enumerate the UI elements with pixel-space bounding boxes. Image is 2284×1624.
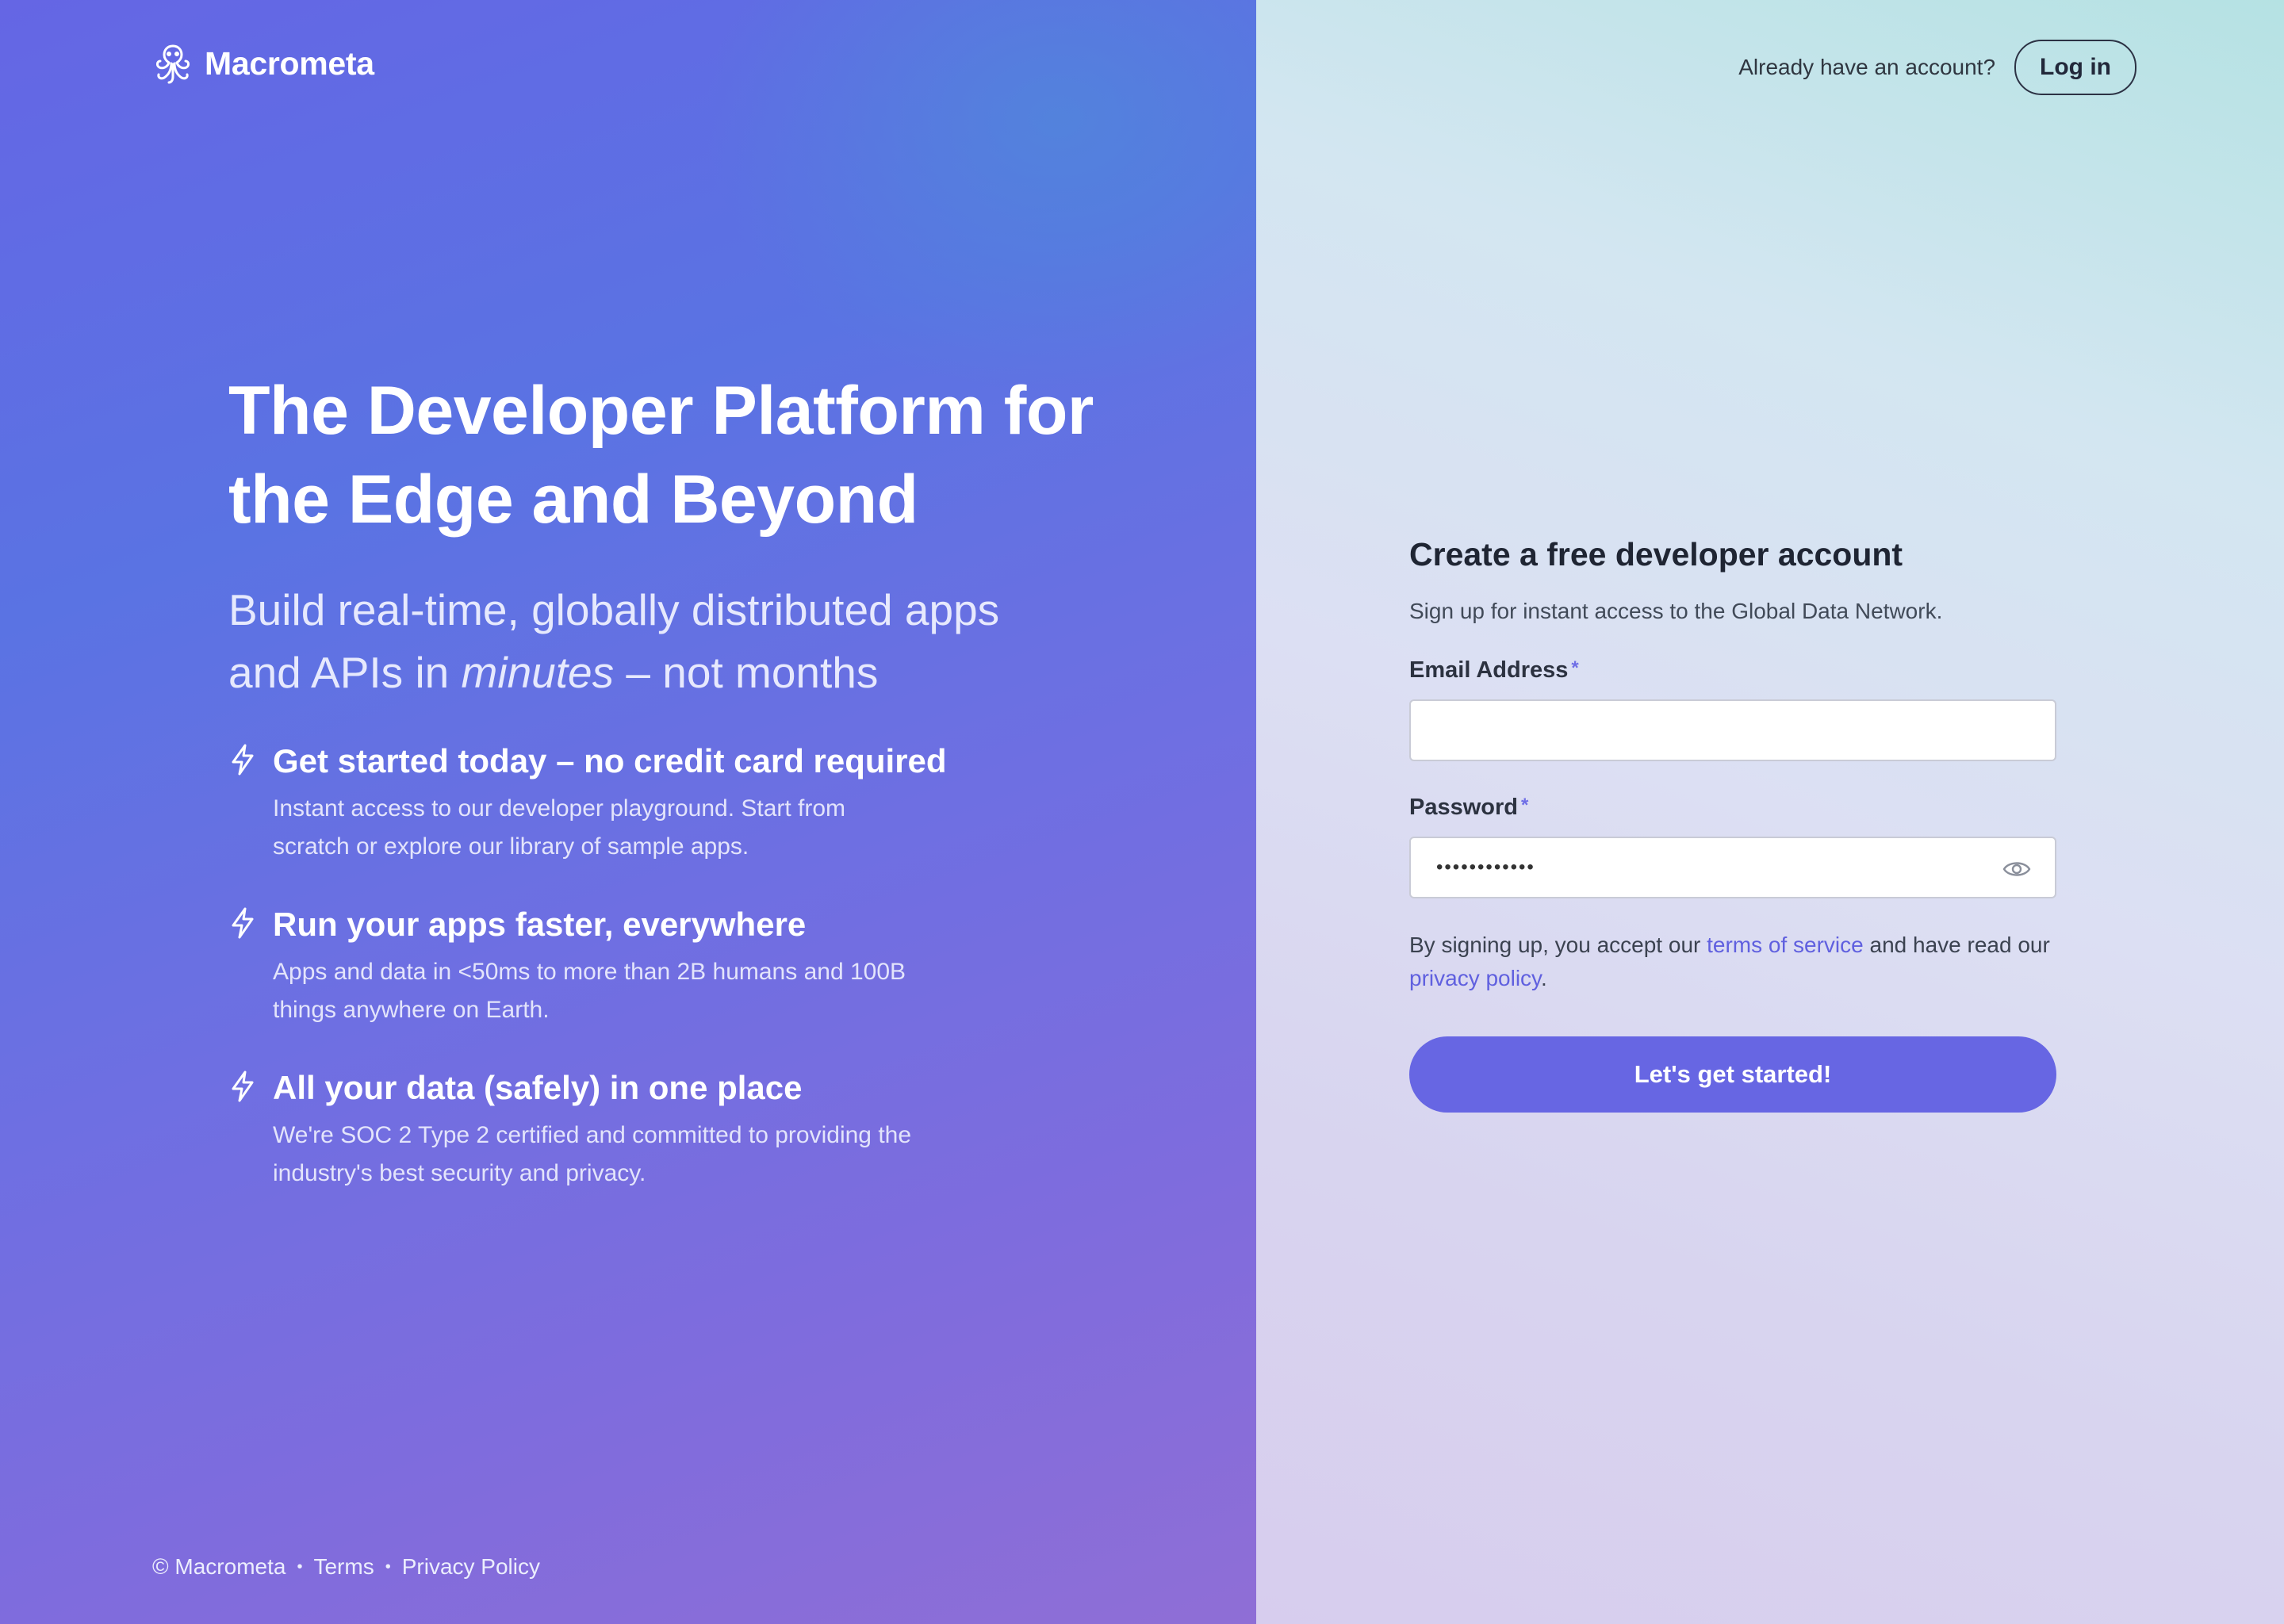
email-label-text: Email Address — [1409, 657, 1569, 683]
feature-description: We're SOC 2 Type 2 certified and committ… — [273, 1122, 912, 1186]
feature-title: Get started today – no credit card requi… — [273, 742, 947, 779]
feature-description: Instant access to our developer playgrou… — [273, 795, 846, 860]
already-have-account-text: Already have an account? — [1738, 55, 1996, 79]
hero-title: The Developer Platform for the Edge and … — [228, 373, 1094, 538]
email-field-wrapper — [1409, 699, 2056, 761]
terms-notice: By signing up, you accept our terms of s… — [1409, 929, 2056, 995]
footer-separator: • — [385, 1557, 391, 1576]
hero-subtitle-end: – not months — [614, 648, 879, 697]
signup-form: Create a free developer account Sign up … — [1409, 536, 2056, 1113]
terms-text-end: . — [1540, 966, 1547, 990]
email-label: Email Address * — [1409, 657, 2056, 684]
show-password-eye-icon[interactable] — [2002, 857, 2031, 881]
octopus-logo-icon — [156, 44, 190, 84]
hero-section: The Developer Platform for the Edge and … — [228, 366, 1180, 704]
feature-item: Get started today – no credit card requi… — [228, 737, 1021, 866]
footer-privacy-link[interactable]: Privacy Policy — [402, 1554, 540, 1580]
password-label-text: Password — [1409, 795, 1518, 820]
brand-name: Macrometa — [205, 44, 374, 82]
terms-of-service-link[interactable]: terms of service — [1707, 933, 1864, 957]
feature-description: Apps and data in <50ms to more than 2B h… — [273, 959, 906, 1023]
lightning-bolt-icon — [232, 907, 254, 939]
login-button[interactable]: Log in — [2014, 40, 2136, 95]
footer-separator: • — [297, 1557, 303, 1576]
login-prompt: Already have an account? Log in — [1738, 40, 2136, 95]
hero-subtitle: Build real-time, globally distributed ap… — [228, 579, 1069, 704]
brand-logo[interactable]: Macrometa — [152, 41, 374, 86]
hero-subtitle-emphasis: minutes — [461, 648, 615, 697]
feature-title: All your data (safely) in one place — [273, 1069, 803, 1106]
footer-copyright: © Macrometa — [152, 1554, 286, 1579]
signup-panel: Already have an account? Log in Create a… — [1256, 0, 2284, 1624]
signup-description: Sign up for instant access to the Global… — [1409, 599, 1943, 623]
terms-text-middle: and have read our — [1863, 933, 2050, 957]
terms-text-start: By signing up, you accept our — [1409, 933, 1707, 957]
feature-item: All your data (safely) in one place We'r… — [228, 1064, 1021, 1193]
password-field-wrapper — [1409, 837, 2056, 898]
password-field[interactable] — [1411, 838, 2055, 897]
feature-item: Run your apps faster, everywhere Apps an… — [228, 901, 1021, 1029]
feature-list: Get started today – no credit card requi… — [228, 737, 1021, 1228]
get-started-button[interactable]: Let's get started! — [1409, 1036, 2056, 1113]
feature-title: Run your apps faster, everywhere — [273, 906, 807, 943]
email-field[interactable] — [1411, 701, 2055, 760]
hero-panel: Macrometa The Developer Platform for the… — [0, 0, 1256, 1624]
lightning-bolt-icon — [232, 1071, 254, 1102]
password-label: Password * — [1409, 795, 2056, 821]
footer: © Macrometa • Terms • Privacy Policy — [152, 1554, 540, 1580]
signup-title: Create a free developer account — [1409, 536, 1903, 573]
lightning-bolt-icon — [232, 744, 254, 776]
required-marker: * — [1571, 657, 1579, 679]
footer-terms-link[interactable]: Terms — [313, 1554, 374, 1580]
privacy-policy-link[interactable]: privacy policy — [1409, 966, 1541, 990]
required-marker: * — [1521, 795, 1529, 816]
